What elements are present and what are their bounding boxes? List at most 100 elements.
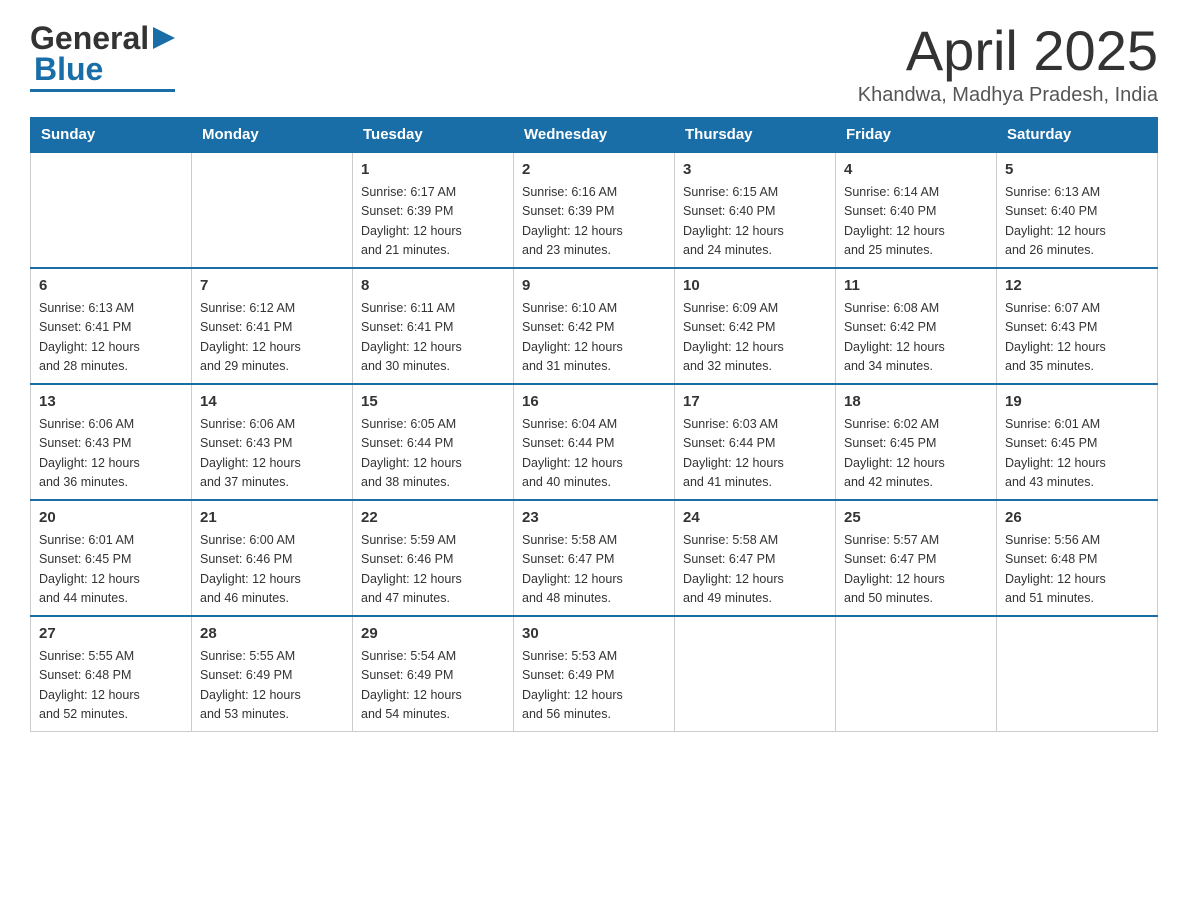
header-sunday: Sunday (31, 117, 192, 152)
day-number: 21 (200, 507, 344, 530)
table-row: 24Sunrise: 5:58 AM Sunset: 6:47 PM Dayli… (675, 500, 836, 616)
day-number: 16 (522, 391, 666, 414)
table-row: 5Sunrise: 6:13 AM Sunset: 6:40 PM Daylig… (997, 152, 1158, 268)
table-row: 1Sunrise: 6:17 AM Sunset: 6:39 PM Daylig… (353, 152, 514, 268)
day-number: 27 (39, 623, 183, 646)
day-info: Sunrise: 6:04 AM Sunset: 6:44 PM Dayligh… (522, 415, 666, 493)
header-monday: Monday (192, 117, 353, 152)
day-number: 6 (39, 275, 183, 298)
day-info: Sunrise: 6:12 AM Sunset: 6:41 PM Dayligh… (200, 299, 344, 377)
day-number: 14 (200, 391, 344, 414)
day-number: 29 (361, 623, 505, 646)
calendar-week-3: 13Sunrise: 6:06 AM Sunset: 6:43 PM Dayli… (31, 384, 1158, 500)
day-info: Sunrise: 6:01 AM Sunset: 6:45 PM Dayligh… (1005, 415, 1149, 493)
day-number: 13 (39, 391, 183, 414)
day-info: Sunrise: 6:01 AM Sunset: 6:45 PM Dayligh… (39, 531, 183, 609)
header-saturday: Saturday (997, 117, 1158, 152)
calendar-table: Sunday Monday Tuesday Wednesday Thursday… (30, 117, 1158, 732)
day-number: 11 (844, 275, 988, 298)
day-number: 28 (200, 623, 344, 646)
day-info: Sunrise: 5:56 AM Sunset: 6:48 PM Dayligh… (1005, 531, 1149, 609)
table-row: 19Sunrise: 6:01 AM Sunset: 6:45 PM Dayli… (997, 384, 1158, 500)
table-row: 11Sunrise: 6:08 AM Sunset: 6:42 PM Dayli… (836, 268, 997, 384)
day-number: 12 (1005, 275, 1149, 298)
logo-blue-text: Blue (34, 51, 175, 88)
day-info: Sunrise: 6:16 AM Sunset: 6:39 PM Dayligh… (522, 183, 666, 261)
day-info: Sunrise: 6:15 AM Sunset: 6:40 PM Dayligh… (683, 183, 827, 261)
day-info: Sunrise: 6:06 AM Sunset: 6:43 PM Dayligh… (39, 415, 183, 493)
day-number: 25 (844, 507, 988, 530)
location: Khandwa, Madhya Pradesh, India (858, 84, 1158, 107)
table-row: 2Sunrise: 6:16 AM Sunset: 6:39 PM Daylig… (514, 152, 675, 268)
table-row: 12Sunrise: 6:07 AM Sunset: 6:43 PM Dayli… (997, 268, 1158, 384)
day-info: Sunrise: 6:05 AM Sunset: 6:44 PM Dayligh… (361, 415, 505, 493)
day-info: Sunrise: 6:03 AM Sunset: 6:44 PM Dayligh… (683, 415, 827, 493)
day-info: Sunrise: 5:58 AM Sunset: 6:47 PM Dayligh… (522, 531, 666, 609)
table-row: 20Sunrise: 6:01 AM Sunset: 6:45 PM Dayli… (31, 500, 192, 616)
table-row (192, 152, 353, 268)
day-info: Sunrise: 6:13 AM Sunset: 6:40 PM Dayligh… (1005, 183, 1149, 261)
calendar-week-2: 6Sunrise: 6:13 AM Sunset: 6:41 PM Daylig… (31, 268, 1158, 384)
table-row: 26Sunrise: 5:56 AM Sunset: 6:48 PM Dayli… (997, 500, 1158, 616)
table-row: 15Sunrise: 6:05 AM Sunset: 6:44 PM Dayli… (353, 384, 514, 500)
day-number: 30 (522, 623, 666, 646)
day-info: Sunrise: 5:57 AM Sunset: 6:47 PM Dayligh… (844, 531, 988, 609)
day-number: 24 (683, 507, 827, 530)
table-row: 10Sunrise: 6:09 AM Sunset: 6:42 PM Dayli… (675, 268, 836, 384)
table-row: 6Sunrise: 6:13 AM Sunset: 6:41 PM Daylig… (31, 268, 192, 384)
table-row: 27Sunrise: 5:55 AM Sunset: 6:48 PM Dayli… (31, 616, 192, 732)
calendar-week-4: 20Sunrise: 6:01 AM Sunset: 6:45 PM Dayli… (31, 500, 1158, 616)
logo-underline (30, 89, 175, 92)
day-number: 2 (522, 159, 666, 182)
table-row (675, 616, 836, 732)
table-row: 16Sunrise: 6:04 AM Sunset: 6:44 PM Dayli… (514, 384, 675, 500)
day-number: 18 (844, 391, 988, 414)
day-number: 5 (1005, 159, 1149, 182)
table-row (836, 616, 997, 732)
day-info: Sunrise: 6:13 AM Sunset: 6:41 PM Dayligh… (39, 299, 183, 377)
day-info: Sunrise: 5:55 AM Sunset: 6:49 PM Dayligh… (200, 647, 344, 725)
header-tuesday: Tuesday (353, 117, 514, 152)
table-row: 21Sunrise: 6:00 AM Sunset: 6:46 PM Dayli… (192, 500, 353, 616)
table-row: 4Sunrise: 6:14 AM Sunset: 6:40 PM Daylig… (836, 152, 997, 268)
day-number: 7 (200, 275, 344, 298)
day-number: 9 (522, 275, 666, 298)
day-number: 20 (39, 507, 183, 530)
day-info: Sunrise: 6:14 AM Sunset: 6:40 PM Dayligh… (844, 183, 988, 261)
day-number: 1 (361, 159, 505, 182)
calendar-header-row: Sunday Monday Tuesday Wednesday Thursday… (31, 117, 1158, 152)
day-info: Sunrise: 5:55 AM Sunset: 6:48 PM Dayligh… (39, 647, 183, 725)
day-number: 23 (522, 507, 666, 530)
day-info: Sunrise: 5:53 AM Sunset: 6:49 PM Dayligh… (522, 647, 666, 725)
header-thursday: Thursday (675, 117, 836, 152)
day-info: Sunrise: 6:02 AM Sunset: 6:45 PM Dayligh… (844, 415, 988, 493)
day-info: Sunrise: 5:54 AM Sunset: 6:49 PM Dayligh… (361, 647, 505, 725)
table-row: 23Sunrise: 5:58 AM Sunset: 6:47 PM Dayli… (514, 500, 675, 616)
day-info: Sunrise: 6:10 AM Sunset: 6:42 PM Dayligh… (522, 299, 666, 377)
day-number: 17 (683, 391, 827, 414)
table-row: 3Sunrise: 6:15 AM Sunset: 6:40 PM Daylig… (675, 152, 836, 268)
day-number: 26 (1005, 507, 1149, 530)
day-info: Sunrise: 5:58 AM Sunset: 6:47 PM Dayligh… (683, 531, 827, 609)
table-row: 8Sunrise: 6:11 AM Sunset: 6:41 PM Daylig… (353, 268, 514, 384)
table-row (31, 152, 192, 268)
day-number: 8 (361, 275, 505, 298)
day-info: Sunrise: 6:07 AM Sunset: 6:43 PM Dayligh… (1005, 299, 1149, 377)
page-header: General Blue April 2025 Khandwa, Madhya … (30, 20, 1158, 107)
table-row: 29Sunrise: 5:54 AM Sunset: 6:49 PM Dayli… (353, 616, 514, 732)
table-row: 9Sunrise: 6:10 AM Sunset: 6:42 PM Daylig… (514, 268, 675, 384)
day-number: 22 (361, 507, 505, 530)
table-row: 25Sunrise: 5:57 AM Sunset: 6:47 PM Dayli… (836, 500, 997, 616)
table-row: 13Sunrise: 6:06 AM Sunset: 6:43 PM Dayli… (31, 384, 192, 500)
logo-arrow-icon (153, 27, 175, 54)
table-row (997, 616, 1158, 732)
day-info: Sunrise: 6:08 AM Sunset: 6:42 PM Dayligh… (844, 299, 988, 377)
header-friday: Friday (836, 117, 997, 152)
calendar-week-5: 27Sunrise: 5:55 AM Sunset: 6:48 PM Dayli… (31, 616, 1158, 732)
day-info: Sunrise: 5:59 AM Sunset: 6:46 PM Dayligh… (361, 531, 505, 609)
day-number: 19 (1005, 391, 1149, 414)
day-number: 10 (683, 275, 827, 298)
day-number: 4 (844, 159, 988, 182)
table-row: 14Sunrise: 6:06 AM Sunset: 6:43 PM Dayli… (192, 384, 353, 500)
day-number: 15 (361, 391, 505, 414)
